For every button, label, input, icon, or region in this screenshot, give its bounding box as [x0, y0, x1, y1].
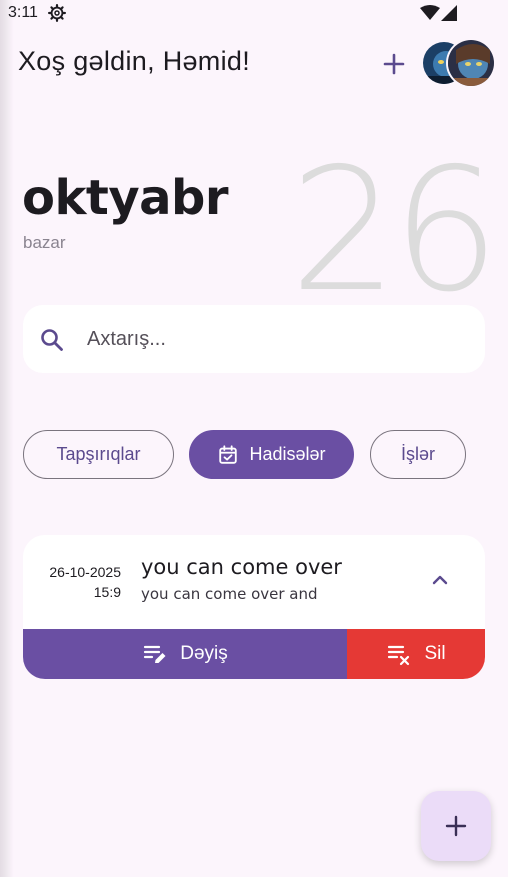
- event-title: you can come over: [141, 555, 342, 579]
- plus-icon: [445, 815, 467, 837]
- greeting-title: Xoş gəldin, Həmid!: [18, 46, 251, 76]
- screen-edge-shadow: [0, 0, 14, 877]
- delete-button[interactable]: Sil: [347, 629, 485, 679]
- edit-note-icon: [144, 645, 166, 663]
- plus-icon[interactable]: [380, 50, 408, 78]
- event-card[interactable]: 26-10-2025 15:9 you can come over you ca…: [23, 535, 485, 679]
- avatar[interactable]: [446, 38, 496, 88]
- filter-chip-label: İşlər: [400, 444, 435, 464]
- day-number: 26: [289, 132, 500, 330]
- filter-chip-events[interactable]: Hadisələr: [189, 430, 354, 479]
- status-bar: 3:11: [0, 0, 508, 28]
- add-fab-button[interactable]: [421, 791, 491, 861]
- status-time: 3:11: [8, 4, 38, 21]
- weekday-label: bazar: [23, 233, 66, 252]
- settings-gear-icon: [48, 4, 66, 22]
- delete-list-icon: [388, 645, 410, 666]
- filter-chip-label: Hadisələr: [249, 444, 326, 464]
- month-label: oktyabr: [22, 170, 229, 226]
- delete-button-label: Sil: [424, 643, 446, 664]
- filter-chip-jobs[interactable]: İşlər: [370, 430, 466, 479]
- edit-button[interactable]: Dəyiş: [23, 629, 347, 679]
- search-input[interactable]: [87, 323, 467, 355]
- event-time: 15:9: [93, 584, 121, 600]
- event-datetime: 26-10-2025 15:9: [23, 562, 121, 602]
- filter-chip-label: Tapşırıqlar: [56, 444, 141, 464]
- search-icon: [41, 329, 63, 351]
- event-description: you can come over and: [141, 585, 318, 603]
- event-actions: Dəyiş Sil: [23, 629, 485, 679]
- wifi-icon: [420, 5, 440, 20]
- filter-chip-tasks[interactable]: Tapşırıqlar: [23, 430, 174, 479]
- signal-icon: [441, 5, 457, 21]
- search-bar[interactable]: [23, 305, 485, 373]
- calendar-check-icon: [219, 444, 238, 464]
- edit-button-label: Dəyiş: [180, 643, 228, 664]
- chevron-up-icon[interactable]: [428, 568, 452, 592]
- event-date: 26-10-2025: [49, 564, 121, 580]
